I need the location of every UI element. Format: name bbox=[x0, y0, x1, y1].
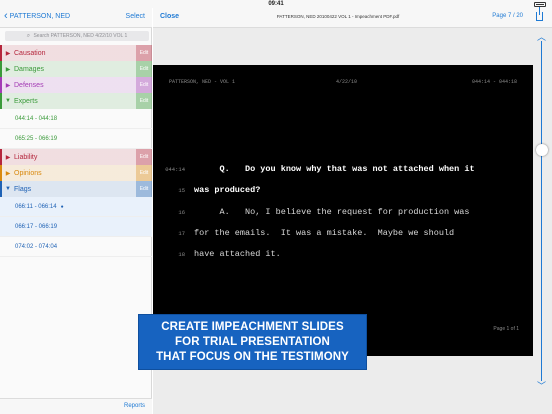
impeachment-slide: PATTERSON, NED - VOL 1 4/22/10 044:14 - … bbox=[153, 65, 533, 356]
sidebar-nav-bar: ‹ PATTERSON, NED Select bbox=[0, 8, 152, 28]
category-row[interactable]: ▶ Defenses Edit bbox=[0, 77, 152, 93]
banner-line-3: THAT FOCUS ON THE TESTIMONY bbox=[156, 350, 349, 363]
close-button[interactable]: Close bbox=[160, 13, 179, 20]
line-number: 18 bbox=[178, 250, 185, 258]
category-color-bar bbox=[0, 77, 2, 93]
banner-line-2: FOR TRIAL PRESENTATION bbox=[175, 335, 330, 348]
share-icon[interactable] bbox=[536, 7, 543, 21]
document-title: PATTERSON, NED 20100422 VOL 1 - Impeachm… bbox=[276, 14, 400, 19]
slide-header-range: 044:14 - 044:18 bbox=[471, 79, 517, 85]
banner-line-1: CREATE IMPEACHMENT SLIDES bbox=[161, 320, 344, 333]
page-scrubber-track[interactable] bbox=[541, 41, 542, 381]
line-text: for the emails. It was a mistake. Maybe … bbox=[194, 228, 455, 238]
issues-sidebar: ‹ PATTERSON, NED Select ⌕ Search PATTERS… bbox=[0, 8, 152, 414]
disclosure-closed-icon[interactable]: ▶ bbox=[2, 66, 14, 73]
selected-dot-icon: ● bbox=[60, 203, 64, 210]
category-color-bar bbox=[0, 165, 2, 181]
line-text: was produced? bbox=[194, 185, 261, 195]
clip-range: 074:02 - 074:04 bbox=[15, 243, 58, 250]
category-edit-button[interactable]: Edit bbox=[136, 93, 152, 109]
line-text: Q. Do you know why that was not attached… bbox=[194, 164, 475, 174]
category-label: Experts bbox=[14, 97, 38, 105]
slide-header-deponent: PATTERSON, NED - VOL 1 bbox=[169, 79, 236, 85]
status-bar: 09:41 bbox=[0, 0, 552, 8]
category-edit-button[interactable]: Edit bbox=[136, 61, 152, 77]
clip-row[interactable]: 074:02 - 074:04 bbox=[0, 237, 152, 257]
slide-header-date: 4/22/10 bbox=[336, 79, 358, 85]
disclosure-open-icon[interactable]: ▼ bbox=[2, 186, 14, 192]
chevron-left-icon: ‹ bbox=[4, 10, 8, 22]
disclosure-closed-icon[interactable]: ▶ bbox=[2, 170, 14, 177]
category-label: Damages bbox=[14, 65, 44, 73]
category-label: Liability bbox=[14, 153, 38, 161]
disclosure-open-icon[interactable]: ▼ bbox=[2, 98, 14, 104]
category-row[interactable]: ▶ Liability Edit bbox=[0, 149, 152, 165]
category-label: Flags bbox=[14, 185, 32, 193]
disclosure-closed-icon[interactable]: ▶ bbox=[2, 82, 14, 89]
status-time: 09:41 bbox=[268, 1, 284, 7]
chevron-down-icon[interactable]: ﹀ bbox=[537, 379, 546, 392]
category-edit-button[interactable]: Edit bbox=[136, 165, 152, 181]
line-text: have attached it. bbox=[194, 249, 281, 259]
page-scrubber-thumb[interactable] bbox=[536, 144, 548, 156]
clip-row[interactable]: 065:25 - 066:19 bbox=[0, 129, 152, 149]
line-number: 044:14 bbox=[165, 165, 185, 173]
category-edit-button[interactable]: Edit bbox=[136, 181, 152, 197]
transcript-line: 17 for the emails. It was a mistake. Mayb… bbox=[153, 226, 454, 240]
clip-range: 066:11 - 066:14 bbox=[15, 203, 57, 210]
transcript-line: 15 was produced? bbox=[153, 183, 260, 197]
category-label: Defenses bbox=[14, 81, 44, 89]
category-color-bar bbox=[0, 149, 2, 165]
clip-row[interactable]: 044:14 - 044:18 bbox=[0, 109, 152, 129]
viewer-nav-bar: Close PATTERSON, NED 20100422 VOL 1 - Im… bbox=[153, 7, 552, 28]
category-color-bar bbox=[0, 93, 2, 109]
category-row[interactable]: ▶ Damages Edit bbox=[0, 61, 152, 77]
transcript-line: 16 A. No, I believe the request for prod… bbox=[153, 205, 469, 219]
category-row[interactable]: ▶ Opinions Edit bbox=[0, 165, 152, 181]
clip-range: 044:14 - 044:18 bbox=[15, 115, 58, 122]
category-edit-button[interactable]: Edit bbox=[136, 77, 152, 93]
category-edit-button[interactable]: Edit bbox=[136, 45, 152, 61]
battery-icon bbox=[534, 2, 546, 7]
category-row[interactable]: ▼ Experts Edit bbox=[0, 93, 152, 109]
sidebar-footer: Reports bbox=[0, 398, 152, 414]
category-color-bar bbox=[0, 45, 2, 61]
clip-range: 066:17 - 066:19 bbox=[15, 223, 58, 230]
clip-row[interactable]: 066:11 - 066:14 ● bbox=[0, 197, 152, 217]
category-row[interactable]: ▶ Causation Edit bbox=[0, 45, 152, 61]
category-edit-button[interactable]: Edit bbox=[136, 149, 152, 165]
clip-row[interactable]: 066:17 - 066:19 bbox=[0, 217, 152, 237]
line-number: 15 bbox=[178, 186, 185, 194]
category-color-bar bbox=[0, 181, 2, 197]
transcript-line: 18 have attached it. bbox=[153, 247, 281, 261]
category-label: Causation bbox=[14, 49, 46, 57]
line-text: A. No, I believe the request for product… bbox=[194, 207, 470, 217]
line-number: 16 bbox=[178, 208, 185, 216]
line-number: 17 bbox=[178, 229, 185, 237]
category-row[interactable]: ▼ Flags Edit bbox=[0, 181, 152, 197]
issue-list: ▶ Causation Edit ▶ Damages Edit ▶ Defenses Edit ▼… bbox=[0, 45, 152, 257]
search-icon: ⌕ bbox=[26, 33, 31, 39]
disclosure-closed-icon[interactable]: ▶ bbox=[2, 50, 14, 57]
slide-page-count: Page 1 of 1 bbox=[493, 326, 519, 332]
search-input[interactable]: ⌕ Search PATTERSON, NED 4/22/10 VOL 1 bbox=[5, 31, 149, 41]
page-indicator[interactable]: Page 7 / 20 bbox=[492, 13, 523, 19]
category-color-bar bbox=[0, 61, 2, 77]
promo-banner: CREATE IMPEACHMENT SLIDES FOR TRIAL PRES… bbox=[138, 314, 367, 370]
transcript-line: 044:14 Q. Do you know why that was not a… bbox=[153, 162, 475, 176]
reports-button[interactable]: Reports bbox=[124, 403, 145, 409]
category-label: Opinions bbox=[14, 169, 42, 177]
search-placeholder: Search PATTERSON, NED 4/22/10 VOL 1 bbox=[33, 33, 128, 39]
clip-range: 065:25 - 066:19 bbox=[15, 135, 58, 142]
disclosure-closed-icon[interactable]: ▶ bbox=[2, 154, 14, 161]
back-button[interactable]: ‹ PATTERSON, NED bbox=[4, 10, 71, 22]
back-label: PATTERSON, NED bbox=[9, 12, 71, 20]
select-button[interactable]: Select bbox=[126, 13, 145, 20]
